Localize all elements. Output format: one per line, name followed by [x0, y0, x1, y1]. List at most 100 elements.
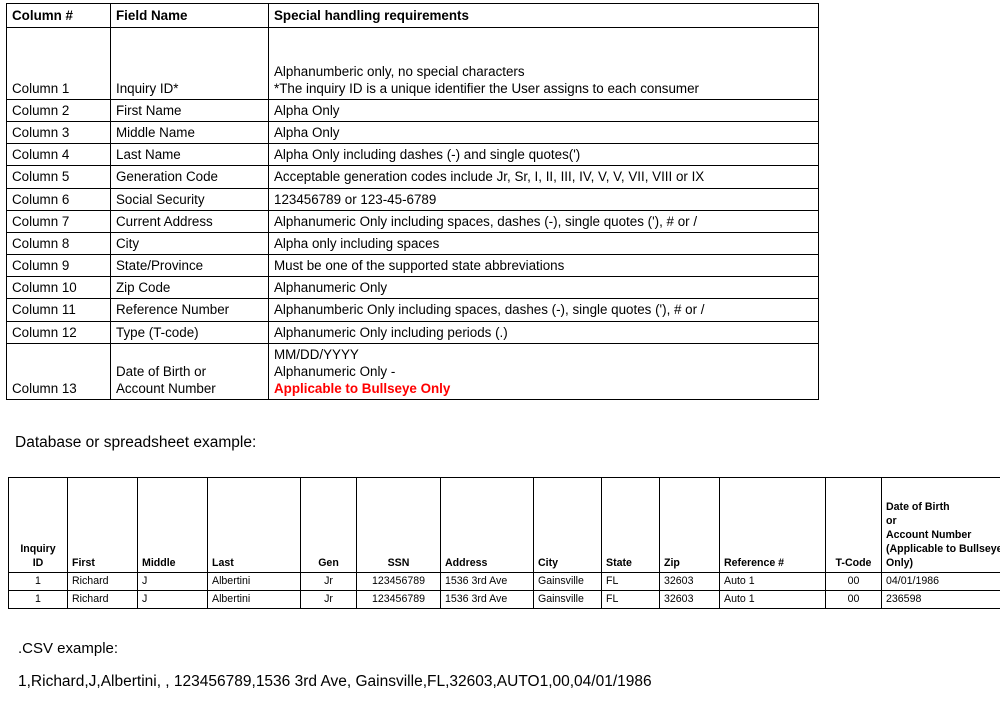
cell-field-name: Type (T-code)	[110, 320, 269, 344]
cell-zip: 32603	[659, 572, 720, 591]
cell-reference-number: Auto 1	[719, 572, 826, 591]
cell-column-number: Column 4	[6, 143, 111, 167]
table-row: 1 Richard J Albertini Jr 123456789 1536 …	[8, 590, 1000, 609]
cell-reference-number: Auto 1	[719, 590, 826, 609]
header-inquiry-id: Inquiry ID	[8, 477, 68, 573]
cell-field-name: Middle Name	[110, 121, 269, 145]
cell-field-name: Date of Birth or Account Number	[110, 342, 269, 401]
table-row: Column 1 Inquiry ID* Alphanumberic only,…	[6, 27, 819, 100]
cell-requirements: Alpha Only	[268, 121, 819, 145]
table-row: 1 Richard J Albertini Jr 123456789 1536 …	[8, 572, 1000, 591]
example-table-container: Inquiry ID First Middle Last Gen SSN Add…	[8, 477, 1000, 609]
column-header-special-handling: Special handling requirements	[268, 3, 819, 28]
header-line: City	[538, 556, 559, 569]
cell-address: 1536 3rd Ave	[440, 572, 534, 591]
header-dob-or-account-number: Date of Birth or Account Number (Applica…	[881, 477, 1000, 573]
cell-requirements: Alpha Only including dashes (-) and sing…	[268, 143, 819, 167]
cell-last: Albertini	[207, 590, 301, 609]
table-row: Column 5 Generation Code Acceptable gene…	[6, 165, 819, 189]
header-line: Zip	[664, 556, 680, 569]
cell-field-name: Generation Code	[110, 165, 269, 189]
cell-ssn: 123456789	[356, 590, 441, 609]
header-line: T-Code	[835, 556, 872, 569]
header-line: Only)	[886, 556, 914, 569]
cell-requirements: Acceptable generation codes include Jr, …	[268, 165, 819, 189]
requirement-line: MM/DD/YYYY	[274, 346, 359, 362]
cell-middle: J	[137, 572, 208, 591]
cell-dob-or-account: 236598	[881, 590, 1000, 609]
requirement-line: *The inquiry ID is a unique identifier t…	[274, 80, 699, 96]
header-zip: Zip	[659, 477, 720, 573]
cell-state: FL	[601, 590, 660, 609]
cell-field-name: Reference Number	[110, 298, 269, 322]
header-line: or	[886, 514, 897, 527]
table-row: Column 9 State/Province Must be one of t…	[6, 254, 819, 278]
spreadsheet-example-table: Inquiry ID First Middle Last Gen SSN Add…	[8, 477, 1000, 609]
header-line: Date of Birth	[886, 500, 950, 513]
cell-requirements: Alphanumberic only, no special character…	[268, 27, 819, 100]
cell-address: 1536 3rd Ave	[440, 590, 534, 609]
cell-column-number: Column 1	[6, 27, 111, 100]
header-ssn: SSN	[356, 477, 441, 573]
cell-t-code: 00	[825, 572, 882, 591]
cell-requirements: MM/DD/YYYY Alphanumeric Only - Applicabl…	[268, 342, 819, 401]
database-example-caption: Database or spreadsheet example:	[15, 434, 257, 451]
table-row: Column 3 Middle Name Alpha Only	[6, 121, 819, 145]
cell-field-name: Zip Code	[110, 276, 269, 300]
cell-requirements: Alpha Only	[268, 98, 819, 123]
cell-column-number: Column 10	[6, 276, 111, 300]
cell-zip: 32603	[659, 590, 720, 609]
cell-column-number: Column 12	[6, 320, 111, 344]
cell-inquiry-id: 1	[8, 572, 68, 591]
specification-table-container: Column # Field Name Special handling req…	[6, 3, 819, 401]
cell-column-number: Column 3	[6, 121, 111, 145]
cell-first: Richard	[67, 590, 138, 609]
header-line: ID	[32, 556, 44, 569]
table-row: Column 11 Reference Number Alphanumberic…	[6, 298, 819, 322]
header-middle: Middle	[137, 477, 208, 573]
table-row: Column 7 Current Address Alphanumeric On…	[6, 209, 819, 233]
cell-first: Richard	[67, 572, 138, 591]
table-header-row: Column # Field Name Special handling req…	[6, 3, 819, 28]
cell-requirements: 123456789 or 123-45-6789	[268, 187, 819, 211]
cell-ssn: 123456789	[356, 572, 441, 591]
cell-column-number: Column 5	[6, 165, 111, 189]
cell-last: Albertini	[207, 572, 301, 591]
cell-middle: J	[137, 590, 208, 609]
requirement-line: Alphanumberic only, no special character…	[274, 63, 525, 79]
requirement-line: Alphanumeric Only - Applicable to Bullse…	[274, 363, 813, 397]
cell-state: FL	[601, 572, 660, 591]
table-row: Column 12 Type (T-code) Alphanumeric Onl…	[6, 320, 819, 344]
header-reference-number: Reference #	[719, 477, 826, 573]
cell-column-number: Column 8	[6, 231, 111, 256]
cell-gen: Jr	[300, 590, 357, 609]
csv-example-caption: .CSV example:	[18, 640, 119, 657]
field-name-line: Date of Birth or	[116, 363, 207, 379]
header-address: Address	[440, 477, 534, 573]
header-state: State	[601, 477, 660, 573]
table-row: Column 2 First Name Alpha Only	[6, 98, 819, 123]
cell-city: Gainsville	[533, 572, 602, 591]
cell-field-name: Last Name	[110, 143, 269, 167]
cell-field-name: Inquiry ID*	[110, 27, 269, 100]
cell-requirements: Alpha only including spaces	[268, 231, 819, 256]
column-header-column-number: Column #	[6, 3, 111, 28]
cell-column-number: Column 2	[6, 98, 111, 123]
cell-t-code: 00	[825, 590, 882, 609]
header-first: First	[67, 477, 138, 573]
cell-field-name: First Name	[110, 98, 269, 123]
header-line: State	[606, 556, 632, 569]
cell-field-name: City	[110, 231, 269, 256]
cell-city: Gainsville	[533, 590, 602, 609]
cell-field-name: State/Province	[110, 254, 269, 278]
cell-requirements: Alphanumeric Only	[268, 276, 819, 300]
header-line: Address	[445, 556, 488, 569]
table-row: Column 10 Zip Code Alphanumeric Only	[6, 276, 819, 300]
cell-column-number: Column 7	[6, 209, 111, 233]
cell-field-name: Social Security	[110, 187, 269, 211]
header-line: Middle	[142, 556, 176, 569]
cell-column-number: Column 13	[6, 342, 111, 401]
table-row: Column 13 Date of Birth or Account Numbe…	[6, 342, 819, 401]
csv-example-line: 1,Richard,J,Albertini, , 123456789,1536 …	[18, 673, 652, 690]
cell-requirements: Alphanumberic Only including spaces, das…	[268, 298, 819, 322]
